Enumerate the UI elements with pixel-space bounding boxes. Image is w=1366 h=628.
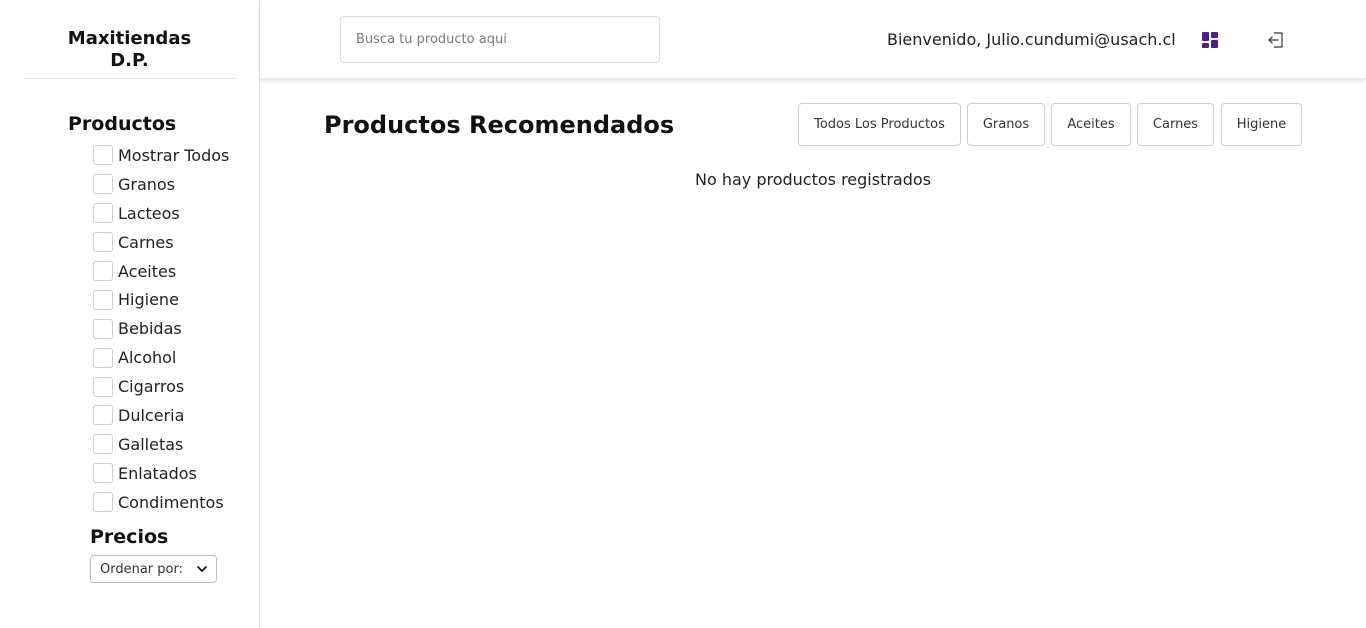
category-item-bebidas[interactable]: Bebidas: [93, 314, 229, 343]
category-checkbox[interactable]: [93, 145, 113, 166]
category-checkbox[interactable]: [93, 232, 113, 253]
filter-button-aceites[interactable]: Aceites: [1051, 103, 1131, 146]
category-checkbox[interactable]: [93, 376, 113, 397]
category-label: Condimentos: [118, 492, 224, 512]
prices-title: Precios: [90, 526, 169, 548]
category-label: Higiene: [118, 290, 179, 310]
category-item-carnes[interactable]: Carnes: [93, 228, 229, 257]
category-checkbox[interactable]: [93, 463, 113, 484]
filter-button-todos[interactable]: Todos Los Productos: [798, 103, 961, 146]
category-checkbox[interactable]: [93, 203, 113, 224]
top-header: Bienvenido, Julio.cundumi@usach.cl: [260, 0, 1366, 79]
category-label: Bebidas: [118, 319, 182, 339]
page-title: Productos Recomendados: [324, 111, 675, 139]
empty-products-message: No hay productos registrados: [694, 170, 932, 189]
brand-name: Maxitiendas: [67, 28, 192, 49]
category-checkbox[interactable]: [93, 434, 113, 455]
category-label: Enlatados: [118, 463, 197, 483]
category-item-mostrar-todos[interactable]: Mostrar Todos: [93, 141, 229, 170]
brand-suffix: D.P.: [110, 50, 149, 71]
category-item-condimentos[interactable]: Condimentos: [93, 488, 229, 517]
category-label: Alcohol: [118, 348, 177, 368]
category-checkbox[interactable]: [93, 261, 113, 281]
logout-icon-graphic: [1268, 32, 1283, 48]
category-checkbox[interactable]: [93, 492, 113, 513]
category-label: Dulceria: [118, 405, 185, 425]
sort-select-value: Ordenar por:: [100, 561, 183, 577]
logout-icon[interactable]: [1266, 30, 1286, 50]
filter-button-carnes[interactable]: Carnes: [1137, 103, 1214, 146]
category-list: Mostrar Todos Granos Lacteos Carnes Acei…: [93, 141, 229, 517]
sort-select[interactable]: Ordenar por:: [90, 555, 217, 583]
categories-title: Productos: [68, 113, 177, 135]
category-checkbox[interactable]: [93, 405, 113, 426]
filter-button-higiene[interactable]: Higiene: [1221, 103, 1302, 146]
chevron-down-icon: [197, 566, 207, 572]
search-input[interactable]: [340, 16, 660, 63]
category-label: Lacteos: [118, 203, 180, 223]
category-label: Aceites: [118, 261, 177, 281]
category-item-enlatados[interactable]: Enlatados: [93, 459, 229, 488]
category-item-higiene[interactable]: Higiene: [93, 285, 229, 314]
category-checkbox[interactable]: [93, 347, 113, 368]
category-item-cigarros[interactable]: Cigarros: [93, 372, 229, 401]
category-item-aceites[interactable]: Aceites: [93, 257, 229, 286]
welcome-text: Bienvenido, Julio.cundumi@usach.cl: [887, 30, 1176, 49]
category-checkbox[interactable]: [93, 289, 113, 310]
dashboard-icon[interactable]: [1200, 30, 1220, 50]
sidebar: Maxitiendas D.P. Productos Mostrar Todos…: [0, 0, 260, 628]
category-label: Mostrar Todos: [118, 145, 230, 165]
category-item-dulceria[interactable]: Dulceria: [93, 401, 229, 430]
dashboard-icon-graphic: [1202, 32, 1218, 48]
app-root: Maxitiendas D.P. Productos Mostrar Todos…: [0, 0, 1366, 628]
category-item-alcohol[interactable]: Alcohol: [93, 343, 229, 372]
category-item-lacteos[interactable]: Lacteos: [93, 199, 229, 228]
category-checkbox[interactable]: [93, 318, 113, 339]
brand-logo[interactable]: Maxitiendas D.P.: [24, 28, 235, 79]
category-item-galletas[interactable]: Galletas: [93, 430, 229, 459]
category-label: Carnes: [118, 232, 174, 252]
category-label: Galletas: [118, 434, 184, 454]
category-label: Cigarros: [118, 377, 185, 397]
filter-button-granos[interactable]: Granos: [967, 103, 1045, 146]
